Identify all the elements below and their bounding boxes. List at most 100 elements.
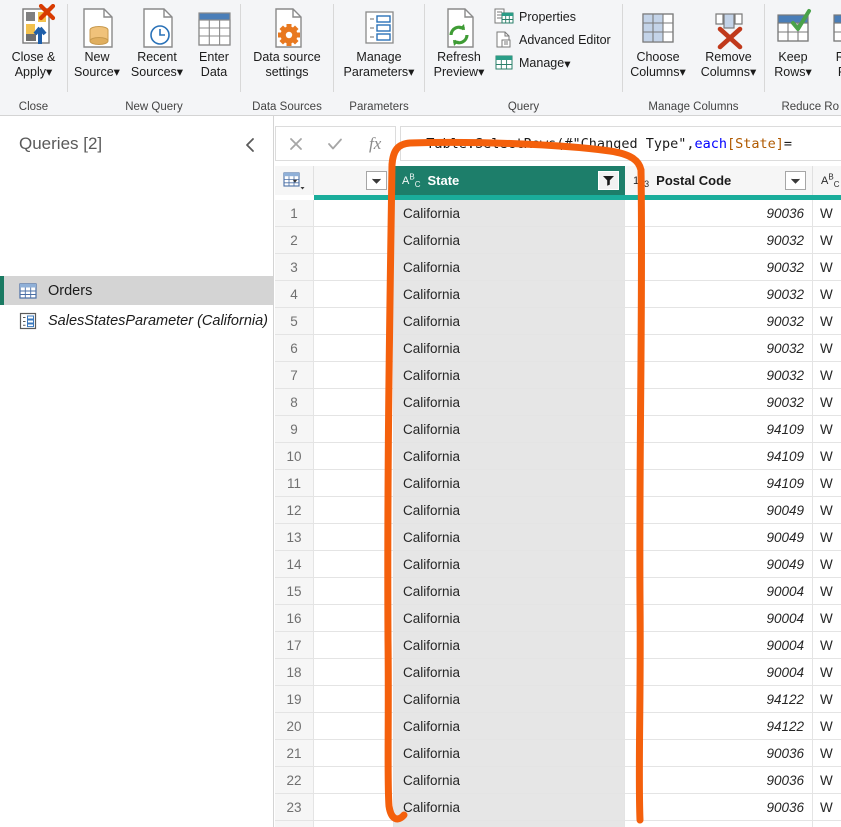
cell-partial[interactable]: W bbox=[813, 740, 841, 767]
chevron-left-icon[interactable] bbox=[241, 136, 259, 154]
cell-blank[interactable] bbox=[314, 740, 394, 767]
column-header-postal-code[interactable]: 123 Postal Code bbox=[625, 166, 813, 195]
cell-partial[interactable]: W bbox=[813, 659, 841, 686]
table-row[interactable]: 23 California 90036 W bbox=[275, 794, 841, 821]
column-blank-dropdown-icon[interactable] bbox=[366, 171, 387, 190]
close-apply-caret-icon[interactable]: ▾ bbox=[46, 65, 52, 80]
cell-postal-code[interactable]: 94109 bbox=[625, 470, 813, 497]
properties-button[interactable]: Properties bbox=[494, 6, 576, 28]
select-all-table-icon[interactable] bbox=[275, 166, 314, 195]
cell-blank[interactable] bbox=[314, 659, 394, 686]
table-row[interactable]: 7 California 90032 W bbox=[275, 362, 841, 389]
cell-blank[interactable] bbox=[314, 470, 394, 497]
row-number-cell[interactable]: 17 bbox=[275, 632, 314, 659]
cell-postal-code[interactable]: 94122 bbox=[625, 686, 813, 713]
cell-postal-code[interactable]: 90032 bbox=[625, 308, 813, 335]
row-number-cell[interactable]: 8 bbox=[275, 389, 314, 416]
cell-postal-code[interactable]: 90049 bbox=[625, 551, 813, 578]
cell-blank[interactable] bbox=[314, 362, 394, 389]
cell-partial[interactable]: W bbox=[813, 227, 841, 254]
cell-postal-code[interactable]: 90004 bbox=[625, 578, 813, 605]
table-row[interactable]: 16 California 90004 W bbox=[275, 605, 841, 632]
choose-columns-caret-icon[interactable]: ▾ bbox=[680, 65, 686, 80]
row-number-cell[interactable]: 4 bbox=[275, 281, 314, 308]
choose-columns-button[interactable]: Choose Columns ▾ bbox=[623, 0, 693, 80]
row-number-cell[interactable]: 5 bbox=[275, 308, 314, 335]
cell-partial[interactable]: W bbox=[813, 416, 841, 443]
table-row[interactable]: 20 California 94122 W bbox=[275, 713, 841, 740]
cell-blank[interactable] bbox=[314, 281, 394, 308]
cell-state[interactable]: California bbox=[394, 200, 625, 227]
cell-state[interactable]: California bbox=[394, 416, 625, 443]
cell-state[interactable]: California bbox=[394, 524, 625, 551]
table-row[interactable]: 13 California 90049 W bbox=[275, 524, 841, 551]
cell-state[interactable]: California bbox=[394, 821, 625, 827]
cancel-x-icon[interactable] bbox=[279, 127, 312, 160]
row-number-cell[interactable]: 10 bbox=[275, 443, 314, 470]
cell-state[interactable]: California bbox=[394, 578, 625, 605]
row-number-cell[interactable]: 22 bbox=[275, 767, 314, 794]
cell-state[interactable]: California bbox=[394, 470, 625, 497]
row-number-cell[interactable]: 13 bbox=[275, 524, 314, 551]
cell-state[interactable]: California bbox=[394, 308, 625, 335]
row-number-cell[interactable]: 20 bbox=[275, 713, 314, 740]
row-number-cell[interactable]: 24 bbox=[275, 821, 314, 827]
cell-blank[interactable] bbox=[314, 497, 394, 524]
cell-postal-code[interactable]: 94122 bbox=[625, 713, 813, 740]
column-header-blank[interactable] bbox=[314, 166, 394, 195]
manage-parameters-caret-icon[interactable]: ▾ bbox=[408, 65, 414, 80]
table-row[interactable]: 19 California 94122 W bbox=[275, 686, 841, 713]
manage-button[interactable]: Manage ▾ bbox=[494, 52, 570, 74]
cell-partial[interactable]: W bbox=[813, 281, 841, 308]
cell-postal-code[interactable]: 90049 bbox=[625, 524, 813, 551]
table-row[interactable]: 14 California 90049 W bbox=[275, 551, 841, 578]
recent-sources-button[interactable]: Recent Sources ▾ bbox=[126, 0, 188, 80]
column-header-partial[interactable]: ABC bbox=[813, 166, 841, 195]
row-number-cell[interactable]: 21 bbox=[275, 740, 314, 767]
cell-state[interactable]: California bbox=[394, 497, 625, 524]
cell-postal-code[interactable]: 90032 bbox=[625, 227, 813, 254]
cell-state[interactable]: California bbox=[394, 767, 625, 794]
data-source-settings-button[interactable]: Data source settings bbox=[241, 0, 333, 80]
cell-postal-code[interactable]: 90032 bbox=[625, 362, 813, 389]
remove-rows-button[interactable]: Rem Rov bbox=[823, 0, 841, 80]
enter-data-button[interactable]: Enter Data bbox=[188, 0, 240, 80]
row-number-cell[interactable]: 1 bbox=[275, 200, 314, 227]
table-row[interactable]: 12 California 90049 W bbox=[275, 497, 841, 524]
cell-postal-code[interactable]: 90032 bbox=[625, 335, 813, 362]
cell-postal-code[interactable]: 90036 bbox=[625, 767, 813, 794]
table-row[interactable]: 3 California 90032 W bbox=[275, 254, 841, 281]
cell-blank[interactable] bbox=[314, 551, 394, 578]
cell-state[interactable]: California bbox=[394, 335, 625, 362]
cell-partial[interactable]: W bbox=[813, 713, 841, 740]
fx-icon[interactable]: fx bbox=[359, 127, 392, 160]
cell-blank[interactable] bbox=[314, 794, 394, 821]
table-row[interactable]: 18 California 90004 W bbox=[275, 659, 841, 686]
remove-columns-button[interactable]: Remove Columns ▾ bbox=[693, 0, 764, 80]
cell-partial[interactable]: W bbox=[813, 578, 841, 605]
cell-postal-code[interactable]: 94109 bbox=[625, 443, 813, 470]
cell-blank[interactable] bbox=[314, 200, 394, 227]
cell-blank[interactable] bbox=[314, 335, 394, 362]
table-row[interactable]: 10 California 94109 W bbox=[275, 443, 841, 470]
cell-partial[interactable]: W bbox=[813, 551, 841, 578]
table-row[interactable]: 1 California 90036 W bbox=[275, 200, 841, 227]
advanced-editor-button[interactable]: Advanced Editor bbox=[494, 29, 611, 51]
row-number-cell[interactable]: 14 bbox=[275, 551, 314, 578]
cell-postal-code[interactable]: 90032 bbox=[625, 254, 813, 281]
table-row[interactable]: 4 California 90032 W bbox=[275, 281, 841, 308]
cell-partial[interactable]: W bbox=[813, 443, 841, 470]
cell-blank[interactable] bbox=[314, 605, 394, 632]
cell-partial[interactable]: W bbox=[813, 335, 841, 362]
new-source-caret-icon[interactable]: ▾ bbox=[114, 65, 120, 80]
cell-state[interactable]: California bbox=[394, 443, 625, 470]
cell-partial[interactable]: W bbox=[813, 794, 841, 821]
cell-state[interactable]: California bbox=[394, 362, 625, 389]
cell-postal-code[interactable]: 90036 bbox=[625, 794, 813, 821]
table-row[interactable]: 21 California 90036 W bbox=[275, 740, 841, 767]
cell-postal-code[interactable]: 90036 bbox=[625, 200, 813, 227]
keep-rows-caret-icon[interactable]: ▾ bbox=[805, 65, 811, 80]
cell-partial[interactable]: W bbox=[813, 389, 841, 416]
cell-state[interactable]: California bbox=[394, 551, 625, 578]
cell-blank[interactable] bbox=[314, 767, 394, 794]
